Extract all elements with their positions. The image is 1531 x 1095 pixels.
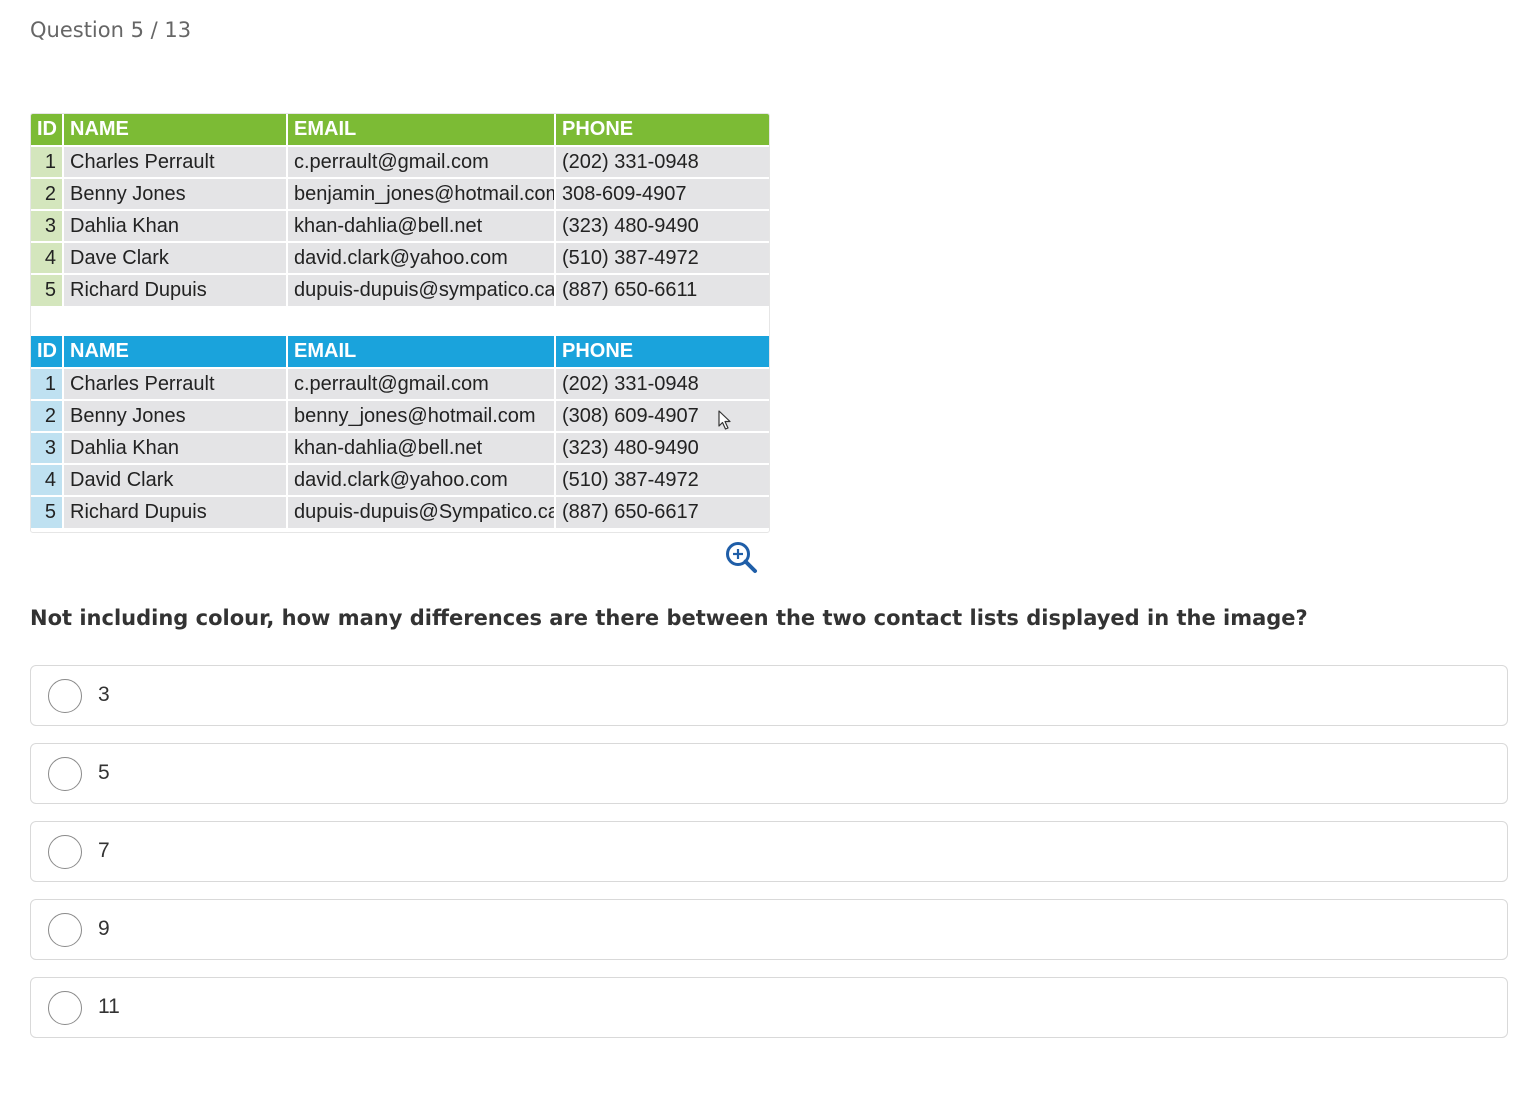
cell-email: david.clark@yahoo.com	[287, 241, 556, 274]
cell-id: 3	[31, 209, 64, 242]
cell-name: David Clark	[63, 463, 288, 496]
cell-phone: (323) 480-9490	[555, 209, 769, 242]
cell-id: 4	[31, 463, 64, 496]
cell-email: khan-dahlia@bell.net	[287, 431, 556, 464]
cell-phone: (887) 650-6611	[555, 273, 769, 306]
table-gap	[31, 306, 769, 336]
table-header-row: ID NAME EMAIL PHONE	[31, 336, 769, 368]
answer-options: 3 5 7 9 11	[30, 665, 1508, 1055]
cell-phone: (202) 331-0948	[555, 367, 769, 400]
cell-name: Benny Jones	[63, 177, 288, 210]
zoom-in-icon	[726, 542, 757, 573]
table-row: 5 Richard Dupuis dupuis-dupuis@Sympatico…	[31, 495, 769, 528]
answer-option-7[interactable]: 7	[30, 821, 1508, 882]
question-text: Not including colour, how many differenc…	[30, 606, 1308, 630]
option-label: 3	[98, 683, 110, 706]
cell-name: Dahlia Khan	[63, 431, 288, 464]
radio-button[interactable]	[48, 991, 82, 1025]
column-header-phone: PHONE	[555, 336, 769, 368]
column-header-name: NAME	[63, 114, 288, 146]
column-header-phone: PHONE	[555, 114, 769, 146]
cell-name: Richard Dupuis	[63, 273, 288, 306]
table-row: 4 Dave Clark david.clark@yahoo.com (510)…	[31, 241, 769, 274]
cell-name: Charles Perrault	[63, 145, 288, 178]
column-header-name: NAME	[63, 336, 288, 368]
cell-name: Charles Perrault	[63, 367, 288, 400]
cell-email: khan-dahlia@bell.net	[287, 209, 556, 242]
cell-id: 5	[31, 273, 64, 306]
cell-phone: (887) 650-6617	[555, 495, 769, 528]
cell-phone: (323) 480-9490	[555, 431, 769, 464]
cell-name: Richard Dupuis	[63, 495, 288, 528]
table-row: 2 Benny Jones benjamin_jones@hotmail.com…	[31, 177, 769, 210]
option-label: 7	[98, 839, 110, 862]
table-row: 2 Benny Jones benny_jones@hotmail.com (3…	[31, 399, 769, 432]
zoom-image-button[interactable]	[724, 540, 760, 576]
cell-email: dupuis-dupuis@Sympatico.ca	[287, 495, 556, 528]
cell-phone: (308) 609-4907	[555, 399, 769, 432]
cell-name: Benny Jones	[63, 399, 288, 432]
table-header-row: ID NAME EMAIL PHONE	[31, 114, 769, 146]
cell-name: Dahlia Khan	[63, 209, 288, 242]
cell-email: c.perrault@gmail.com	[287, 145, 556, 178]
radio-button[interactable]	[48, 757, 82, 791]
table-row: 1 Charles Perrault c.perrault@gmail.com …	[31, 367, 769, 400]
cell-phone: (510) 387-4972	[555, 463, 769, 496]
cell-id: 2	[31, 177, 64, 210]
column-header-id: ID	[31, 114, 64, 146]
option-label: 9	[98, 917, 110, 940]
answer-option-11[interactable]: 11	[30, 977, 1508, 1038]
contact-table-original: ID NAME EMAIL PHONE 1 Charles Perrault c…	[31, 114, 769, 306]
cell-id: 5	[31, 495, 64, 528]
table-row: 1 Charles Perrault c.perrault@gmail.com …	[31, 145, 769, 178]
cell-id: 2	[31, 399, 64, 432]
answer-option-9[interactable]: 9	[30, 899, 1508, 960]
contact-table-modified: ID NAME EMAIL PHONE 1 Charles Perrault c…	[31, 336, 769, 528]
cell-id: 3	[31, 431, 64, 464]
option-label: 5	[98, 761, 110, 784]
cell-id: 1	[31, 367, 64, 400]
cell-email: c.perrault@gmail.com	[287, 367, 556, 400]
cell-name: Dave Clark	[63, 241, 288, 274]
answer-option-3[interactable]: 3	[30, 665, 1508, 726]
table-row: 5 Richard Dupuis dupuis-dupuis@sympatico…	[31, 273, 769, 306]
column-header-email: EMAIL	[287, 336, 556, 368]
cell-id: 1	[31, 145, 64, 178]
answer-option-5[interactable]: 5	[30, 743, 1508, 804]
cell-email: benjamin_jones@hotmail.com	[287, 177, 556, 210]
question-counter: Question 5 / 13	[30, 18, 192, 42]
column-header-id: ID	[31, 336, 64, 368]
cell-email: dupuis-dupuis@sympatico.ca	[287, 273, 556, 306]
cell-email: benny_jones@hotmail.com	[287, 399, 556, 432]
mouse-pointer-icon	[718, 410, 731, 430]
table-row: 3 Dahlia Khan khan-dahlia@bell.net (323)…	[31, 209, 769, 242]
table-row: 4 David Clark david.clark@yahoo.com (510…	[31, 463, 769, 496]
cell-phone: (202) 331-0948	[555, 145, 769, 178]
radio-button[interactable]	[48, 679, 82, 713]
column-header-email: EMAIL	[287, 114, 556, 146]
cell-email: david.clark@yahoo.com	[287, 463, 556, 496]
radio-button[interactable]	[48, 835, 82, 869]
radio-button[interactable]	[48, 913, 82, 947]
option-label: 11	[98, 995, 120, 1018]
contact-lists-image: ID NAME EMAIL PHONE 1 Charles Perrault c…	[30, 113, 770, 533]
cell-phone: 308-609-4907	[555, 177, 769, 210]
cell-phone: (510) 387-4972	[555, 241, 769, 274]
table-row: 3 Dahlia Khan khan-dahlia@bell.net (323)…	[31, 431, 769, 464]
cell-id: 4	[31, 241, 64, 274]
